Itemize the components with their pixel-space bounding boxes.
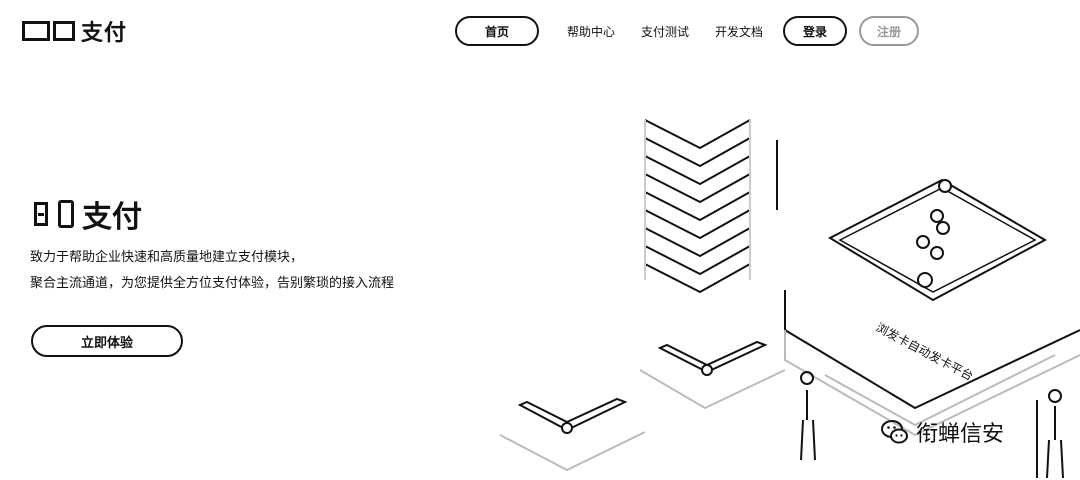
- register-button[interactable]: 注册: [859, 16, 920, 46]
- nav-test-link[interactable]: 支付测试: [641, 23, 689, 40]
- site-logo[interactable]: 支付: [22, 16, 127, 46]
- small-platform-icon: [639, 340, 786, 410]
- platform-card-icon: [784, 178, 1080, 437]
- nav-help-link[interactable]: 帮助中心: [567, 23, 615, 40]
- hero-description-line1: 致力于帮助企业快速和高质量地建立支付模块，: [30, 250, 304, 265]
- main-nav: 首页 帮助中心 支付测试 开发文档 登录 注册: [455, 16, 920, 46]
- brand-name: 支付: [81, 21, 128, 46]
- hero-logo-icon: [34, 200, 74, 228]
- watermark: 衔蝉信安: [880, 416, 1004, 448]
- hero-description-line2: 聚合主流通道，为您提供全方位支付体验，告别繁琐的接入流程: [30, 276, 395, 291]
- nav-home-button[interactable]: 首页: [455, 16, 539, 46]
- site-header: 支付 首页 帮助中心 支付测试 开发文档 登录 注册: [0, 0, 1080, 64]
- watermark-text: 衔蝉信安: [916, 422, 1005, 447]
- platform-label: 浏发卡自动发卡平台: [874, 319, 976, 383]
- logo-mark-icon: [22, 21, 75, 41]
- wechat-icon: [881, 420, 908, 444]
- try-now-button[interactable]: 立即体验: [31, 325, 183, 357]
- hero-brand: 支付: [34, 192, 142, 236]
- server-stack-icon: [644, 119, 751, 294]
- person-figure-icon: [800, 371, 816, 461]
- login-button[interactable]: 登录: [783, 16, 848, 46]
- person-figure-icon: [1036, 389, 1064, 479]
- small-platform-icon: [499, 397, 646, 472]
- nav-docs-link[interactable]: 开发文档: [715, 23, 763, 40]
- hero-title: 支付: [82, 200, 142, 235]
